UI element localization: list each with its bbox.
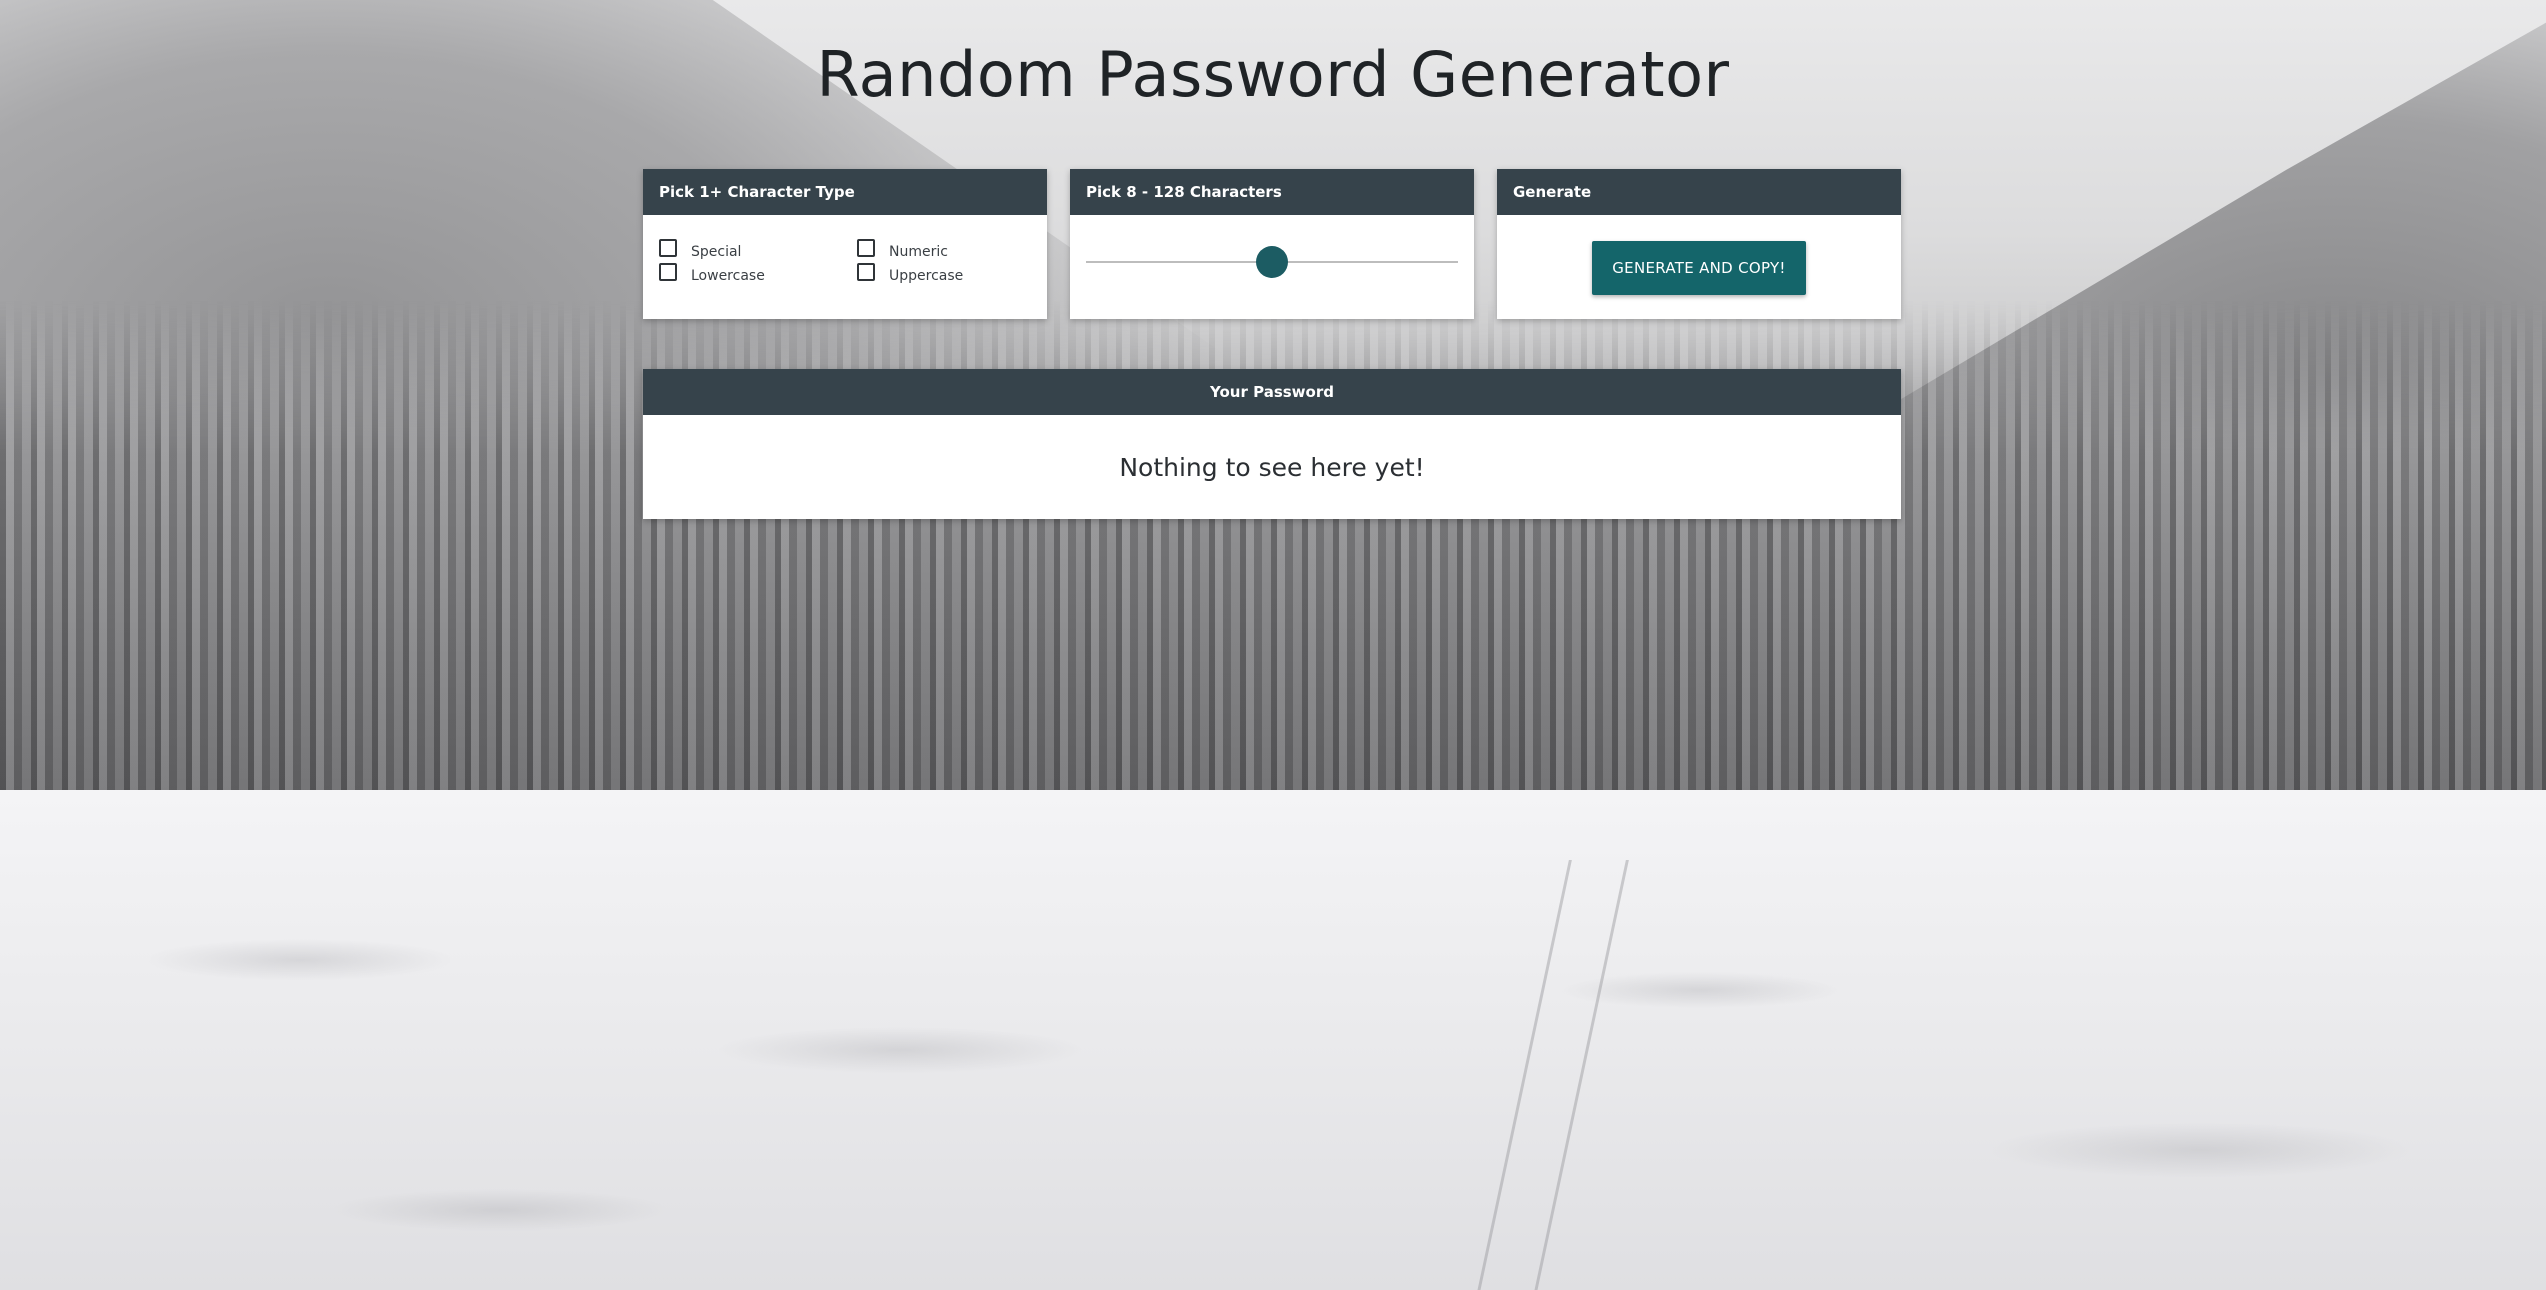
special-checkbox-option[interactable]: Special [659, 239, 857, 260]
lowercase-label: Lowercase [691, 268, 765, 284]
page-content: Random Password Generator Pick 1+ Charac… [0, 0, 2546, 1290]
password-output: Nothing to see here yet! [1119, 453, 1425, 482]
special-label: Special [691, 244, 742, 260]
lowercase-checkbox-option[interactable]: Lowercase [659, 263, 857, 284]
uppercase-label: Uppercase [889, 268, 964, 284]
generate-and-copy-button[interactable]: GENERATE AND COPY! [1592, 241, 1806, 295]
generate-card: Generate GENERATE AND COPY! [1497, 169, 1901, 319]
length-card: Pick 8 - 128 Characters [1070, 169, 1474, 319]
length-slider[interactable] [1086, 246, 1458, 278]
character-type-header: Pick 1+ Character Type [643, 169, 1047, 215]
numeric-label: Numeric [889, 244, 948, 260]
uppercase-checkbox-option[interactable]: Uppercase [857, 263, 1055, 284]
password-header: Your Password [643, 369, 1901, 415]
numeric-checkbox[interactable] [857, 239, 875, 257]
uppercase-checkbox[interactable] [857, 263, 875, 281]
password-card: Your Password Nothing to see here yet! [643, 369, 1901, 519]
page-title: Random Password Generator [816, 38, 1730, 111]
special-checkbox[interactable] [659, 239, 677, 257]
character-type-options: Special Numeric Lowercase Uppercase [643, 215, 1047, 284]
lowercase-checkbox[interactable] [659, 263, 677, 281]
numeric-checkbox-option[interactable]: Numeric [857, 239, 1055, 260]
generate-header: Generate [1497, 169, 1901, 215]
character-type-card: Pick 1+ Character Type Special Numeric L… [643, 169, 1047, 319]
length-header: Pick 8 - 128 Characters [1070, 169, 1474, 215]
length-slider-thumb[interactable] [1256, 246, 1288, 278]
